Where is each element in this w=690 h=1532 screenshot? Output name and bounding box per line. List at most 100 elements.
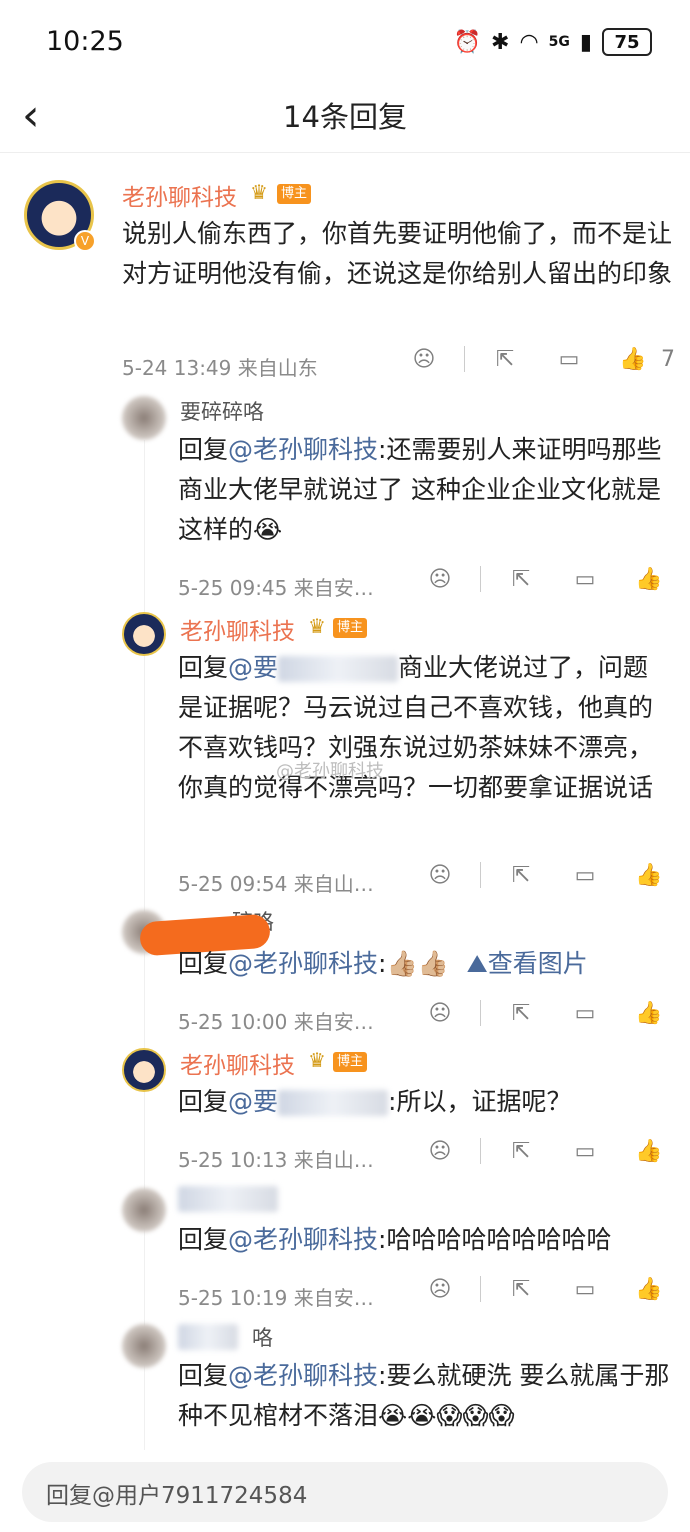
reply-body: :所以，证据呢？ xyxy=(388,1087,572,1116)
author-badge: 博主 xyxy=(333,618,368,638)
author-badge: 博主 xyxy=(277,184,312,204)
status-time: 10:25 xyxy=(46,26,124,57)
share-icon[interactable]: ⇱ xyxy=(501,1001,541,1026)
status-icons: ⏰ ✱ ◠ 5G ▮ 75 xyxy=(454,28,652,56)
reply-prefix: 回复 xyxy=(178,1361,229,1390)
reply-actions: ☹ ⇱ ▭ 👍 xyxy=(420,1000,669,1026)
reply-text: 回复@老孙聊科技:要么就硬洗 要么就属于那种不见棺材不落泪😭😭😱😱😱 xyxy=(178,1356,672,1436)
comment-text: 说别人偷东西了，你首先要证明他偷了，而不是让对方证明他没有偷，还说这是你给别人留… xyxy=(122,219,673,288)
reply-meta: 5-25 09:45 来自安… xyxy=(178,576,374,600)
reply-actions: ☹ ⇱ ▭ 👍 xyxy=(420,1276,669,1302)
sad-face-icon[interactable]: ☹ xyxy=(404,347,444,372)
signal-icon: ▮ xyxy=(579,29,592,55)
reply-meta: 5-25 10:13 来自山… xyxy=(178,1148,374,1172)
reply-author[interactable]: 咯 xyxy=(252,1322,273,1352)
status-bar: 10:25 ⏰ ✱ ◠ 5G ▮ 75 xyxy=(0,0,690,80)
thumbs-up-icon[interactable]: 👍 xyxy=(629,1139,669,1164)
mention-link[interactable]: @要 xyxy=(228,1087,278,1116)
reply-text: 回复@要 :所以，证据呢？ xyxy=(178,1082,672,1122)
reply-text: 回复@老孙聊科技:👍🏼👍🏼 ⛰查看图片 xyxy=(178,944,672,984)
sad-face-icon[interactable]: ☹ xyxy=(420,1001,460,1026)
divider xyxy=(480,1138,481,1164)
divider xyxy=(480,1276,481,1302)
reply-placeholder: 回复@用户7911724584 xyxy=(46,1483,308,1509)
sad-face-icon[interactable]: ☹ xyxy=(420,863,460,888)
thumbs-up-icon[interactable]: 👍 xyxy=(613,347,653,372)
nav-bar: ‹ 14条回复 xyxy=(0,80,690,153)
crown-icon: ♛ xyxy=(308,1048,326,1072)
avatar[interactable] xyxy=(122,396,166,440)
wifi-icon: ◠ xyxy=(519,29,539,55)
reply-input[interactable]: 回复@用户7911724584 xyxy=(22,1462,668,1522)
mention-link[interactable]: @老孙聊科技 xyxy=(228,435,378,464)
reply-author[interactable]: 老孙聊科技 xyxy=(180,612,295,646)
mention-link[interactable]: @要 xyxy=(228,653,278,682)
view-image-link[interactable]: 查看图片 xyxy=(488,949,588,978)
comment-icon[interactable]: ▭ xyxy=(549,347,589,372)
share-icon[interactable]: ⇱ xyxy=(501,1139,541,1164)
reply-actions: ☹ ⇱ ▭ 👍 xyxy=(420,862,669,888)
share-icon[interactable]: ⇱ xyxy=(501,1277,541,1302)
reply-text: 回复@要 商业大佬说过了，问题是证据呢？马云说过自己不喜欢钱，他真的不喜欢钱吗？刘… xyxy=(178,648,672,808)
watermark: @老孙聊科技 xyxy=(276,761,384,782)
reply-prefix: 回复 xyxy=(178,435,229,464)
thumbs-up-icon[interactable]: 👍 xyxy=(629,863,669,888)
comment-icon[interactable]: ▭ xyxy=(565,863,605,888)
comment-icon[interactable]: ▭ xyxy=(565,567,605,592)
avatar[interactable] xyxy=(122,1188,166,1232)
reply-author[interactable]: 要碎碎咯 xyxy=(180,396,264,426)
comment-actions: ☹ ⇱ ▭ 👍 7 xyxy=(404,346,675,372)
author-name[interactable]: 老孙聊科技 xyxy=(122,178,237,212)
share-icon[interactable]: ⇱ xyxy=(501,567,541,592)
comment-meta: 5-24 13:49 来自山东 xyxy=(122,356,318,380)
network-label: 5G xyxy=(548,34,570,50)
reply-text: 回复@老孙聊科技:还需要别人来证明吗那些商业大佬早就说过了 这种企业企业文化就是… xyxy=(178,430,672,550)
crown-icon: ♛ xyxy=(250,180,268,204)
avatar[interactable] xyxy=(122,612,166,656)
mention-link[interactable]: @老孙聊科技 xyxy=(228,1225,378,1254)
thumbs-up-icon[interactable]: 👍 xyxy=(629,1001,669,1026)
reply-author[interactable]: 老孙聊科技 xyxy=(180,1046,295,1080)
divider xyxy=(480,862,481,888)
reply-text: 回复@老孙聊科技:哈哈哈哈哈哈哈哈哈 xyxy=(178,1220,672,1260)
author-badge: 博主 xyxy=(333,1052,368,1072)
blurred-username xyxy=(178,1186,278,1212)
reply-actions: ☹ ⇱ ▭ 👍 xyxy=(420,1138,669,1164)
reply-meta: 5-25 10:00 来自安… xyxy=(178,1010,374,1034)
reply-prefix: 回复 xyxy=(178,653,229,682)
sad-face-icon[interactable]: ☹ xyxy=(420,567,460,592)
comment-icon[interactable]: ▭ xyxy=(565,1001,605,1026)
like-count: 7 xyxy=(661,346,675,372)
crown-icon: ♛ xyxy=(308,614,326,638)
blurred-username xyxy=(278,656,399,682)
bluetooth-icon: ✱ xyxy=(491,29,510,55)
share-icon[interactable]: ⇱ xyxy=(501,863,541,888)
reply-meta: 5-25 09:54 来自山… xyxy=(178,872,374,896)
blurred-username xyxy=(178,1324,238,1350)
battery-icon: 75 xyxy=(602,28,652,56)
reply-prefix: 回复 xyxy=(178,949,229,978)
page-title: 14条回复 xyxy=(283,100,407,134)
verified-badge-icon: V xyxy=(74,230,96,252)
divider xyxy=(480,566,481,592)
reply-prefix: 回复 xyxy=(178,1225,229,1254)
thumbs-up-icon[interactable]: 👍 xyxy=(629,1277,669,1302)
avatar[interactable] xyxy=(122,1048,166,1092)
share-icon[interactable]: ⇱ xyxy=(485,347,525,372)
reply-meta: 5-25 10:19 来自安… xyxy=(178,1286,374,1310)
image-icon: ⛰ xyxy=(466,949,488,978)
comment-icon[interactable]: ▭ xyxy=(565,1139,605,1164)
reply-prefix: 回复 xyxy=(178,1087,229,1116)
sad-face-icon[interactable]: ☹ xyxy=(420,1277,460,1302)
comment-icon[interactable]: ▭ xyxy=(565,1277,605,1302)
mention-link[interactable]: @老孙聊科技 xyxy=(228,1361,378,1390)
alarm-icon: ⏰ xyxy=(453,29,482,55)
divider xyxy=(464,346,465,372)
reply-body: :👍🏼👍🏼 xyxy=(378,949,449,978)
sad-face-icon[interactable]: ☹ xyxy=(420,1139,460,1164)
mention-link[interactable]: @老孙聊科技 xyxy=(228,949,378,978)
thumbs-up-icon[interactable]: 👍 xyxy=(629,567,669,592)
reply-body: :哈哈哈哈哈哈哈哈哈 xyxy=(378,1225,612,1254)
avatar[interactable] xyxy=(122,1324,166,1368)
blurred-username xyxy=(278,1090,389,1116)
